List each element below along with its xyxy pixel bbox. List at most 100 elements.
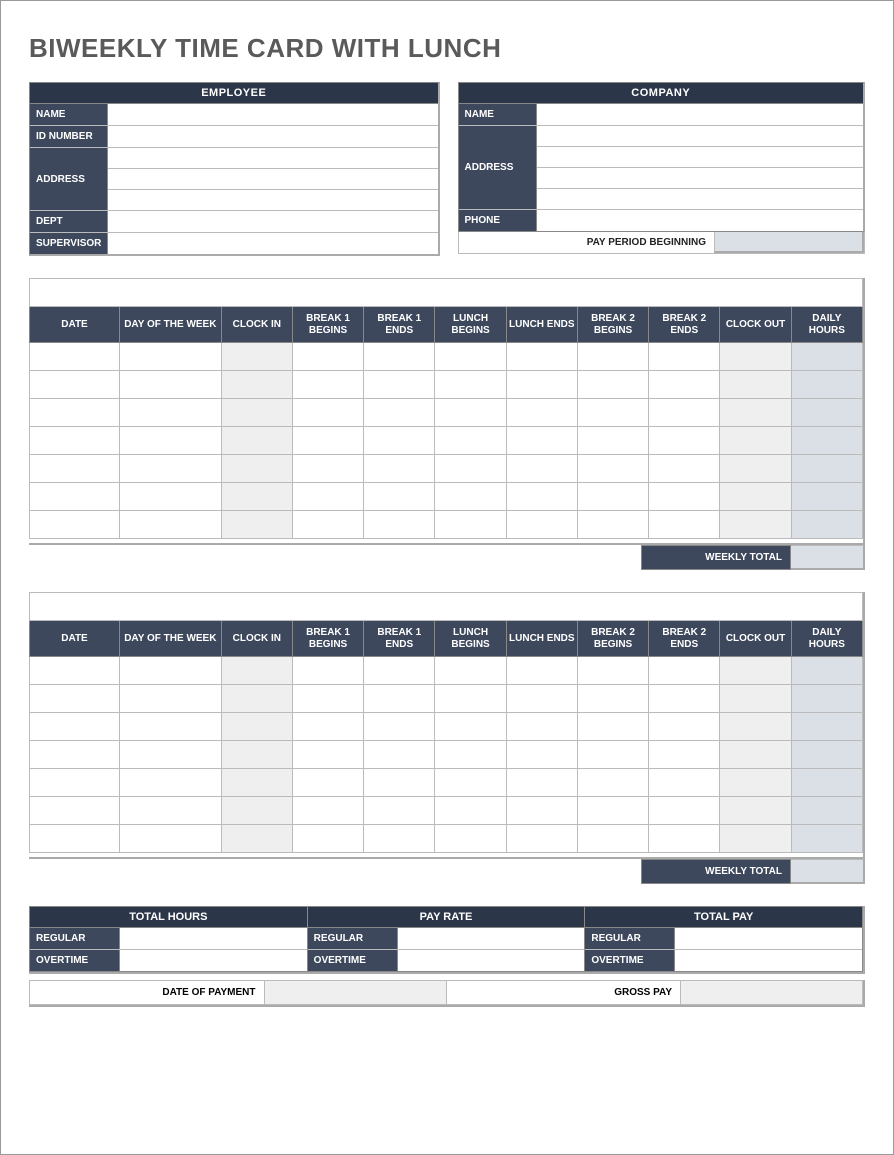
week-two-cell[interactable] <box>364 685 435 713</box>
week-two-cell[interactable] <box>791 797 862 825</box>
week-two-cell[interactable] <box>30 797 120 825</box>
week-one-cell[interactable] <box>435 483 506 511</box>
week-two-cell[interactable] <box>435 685 506 713</box>
week-one-cell[interactable] <box>120 483 222 511</box>
week-one-cell[interactable] <box>364 427 435 455</box>
employee-address-3[interactable] <box>108 190 438 210</box>
week-two-cell[interactable] <box>506 769 577 797</box>
week-two-cell[interactable] <box>221 713 292 741</box>
week-two-cell[interactable] <box>30 685 120 713</box>
week-one-cell[interactable] <box>791 483 862 511</box>
week-two-cell[interactable] <box>791 741 862 769</box>
week-one-cell[interactable] <box>720 399 791 427</box>
week-two-cell[interactable] <box>292 769 363 797</box>
week-one-cell[interactable] <box>649 511 720 539</box>
week-two-cell[interactable] <box>120 713 222 741</box>
week-one-cell[interactable] <box>364 399 435 427</box>
company-address-1[interactable] <box>537 126 864 147</box>
week-one-cell[interactable] <box>506 455 577 483</box>
week-one-cell[interactable] <box>577 371 648 399</box>
week-one-cell[interactable] <box>577 399 648 427</box>
week-one-cell[interactable] <box>120 511 222 539</box>
week-one-cell[interactable] <box>791 455 862 483</box>
week-two-cell[interactable] <box>364 797 435 825</box>
week-two-cell[interactable] <box>221 685 292 713</box>
week-two-cell[interactable] <box>364 713 435 741</box>
week-one-cell[interactable] <box>649 371 720 399</box>
week-one-cell[interactable] <box>221 455 292 483</box>
week-two-cell[interactable] <box>30 741 120 769</box>
week-two-cell[interactable] <box>120 769 222 797</box>
week-two-cell[interactable] <box>720 769 791 797</box>
week-two-cell[interactable] <box>221 741 292 769</box>
week-two-cell[interactable] <box>30 657 120 685</box>
week-one-cell[interactable] <box>221 399 292 427</box>
week-two-cell[interactable] <box>292 685 363 713</box>
employee-id-value[interactable] <box>108 126 438 147</box>
week-one-cell[interactable] <box>649 343 720 371</box>
week-one-cell[interactable] <box>791 427 862 455</box>
date-of-payment-value[interactable] <box>265 980 447 1005</box>
week-one-cell[interactable] <box>364 483 435 511</box>
week-two-cell[interactable] <box>292 741 363 769</box>
week-one-cell[interactable] <box>649 399 720 427</box>
week-one-cell[interactable] <box>120 455 222 483</box>
week-one-cell[interactable] <box>649 455 720 483</box>
week-one-cell[interactable] <box>435 343 506 371</box>
week-one-cell[interactable] <box>292 427 363 455</box>
week-two-cell[interactable] <box>120 685 222 713</box>
week-one-cell[interactable] <box>506 371 577 399</box>
week-one-cell[interactable] <box>30 427 120 455</box>
week-one-cell[interactable] <box>791 399 862 427</box>
week-one-cell[interactable] <box>720 371 791 399</box>
week-two-cell[interactable] <box>791 769 862 797</box>
week-two-cell[interactable] <box>577 797 648 825</box>
week-two-cell[interactable] <box>720 685 791 713</box>
week-two-cell[interactable] <box>506 657 577 685</box>
employee-supervisor-value[interactable] <box>108 233 438 254</box>
week-one-cell[interactable] <box>364 343 435 371</box>
employee-dept-value[interactable] <box>108 211 438 232</box>
pay-rate-regular-value[interactable] <box>398 928 585 949</box>
week-two-cell[interactable] <box>435 825 506 853</box>
week-one-cell[interactable] <box>506 399 577 427</box>
week-one-cell[interactable] <box>221 511 292 539</box>
week-one-cell[interactable] <box>720 427 791 455</box>
week-two-cell[interactable] <box>364 741 435 769</box>
week-two-cell[interactable] <box>506 741 577 769</box>
week-two-cell[interactable] <box>435 657 506 685</box>
week-two-cell[interactable] <box>649 797 720 825</box>
week-two-total-value[interactable] <box>791 859 865 884</box>
week-one-cell[interactable] <box>292 455 363 483</box>
week-one-cell[interactable] <box>30 455 120 483</box>
week-one-cell[interactable] <box>120 371 222 399</box>
week-two-cell[interactable] <box>435 769 506 797</box>
pay-period-value[interactable] <box>714 232 864 253</box>
week-two-cell[interactable] <box>720 657 791 685</box>
week-two-cell[interactable] <box>292 657 363 685</box>
week-two-cell[interactable] <box>791 825 862 853</box>
week-one-cell[interactable] <box>221 371 292 399</box>
week-two-cell[interactable] <box>720 741 791 769</box>
pay-rate-overtime-value[interactable] <box>398 950 585 971</box>
week-one-cell[interactable] <box>292 343 363 371</box>
week-two-cell[interactable] <box>649 825 720 853</box>
week-two-cell[interactable] <box>577 713 648 741</box>
week-one-cell[interactable] <box>221 343 292 371</box>
week-two-cell[interactable] <box>506 685 577 713</box>
week-one-cell[interactable] <box>30 483 120 511</box>
total-hours-regular-value[interactable] <box>120 928 307 949</box>
gross-pay-value[interactable] <box>681 980 863 1005</box>
week-two-cell[interactable] <box>120 657 222 685</box>
week-one-cell[interactable] <box>221 483 292 511</box>
week-two-cell[interactable] <box>649 741 720 769</box>
week-two-cell[interactable] <box>292 713 363 741</box>
week-one-cell[interactable] <box>435 455 506 483</box>
week-one-cell[interactable] <box>435 399 506 427</box>
week-two-cell[interactable] <box>577 741 648 769</box>
week-two-cell[interactable] <box>577 769 648 797</box>
week-two-cell[interactable] <box>30 713 120 741</box>
week-one-cell[interactable] <box>720 343 791 371</box>
week-one-cell[interactable] <box>364 511 435 539</box>
week-two-cell[interactable] <box>649 713 720 741</box>
